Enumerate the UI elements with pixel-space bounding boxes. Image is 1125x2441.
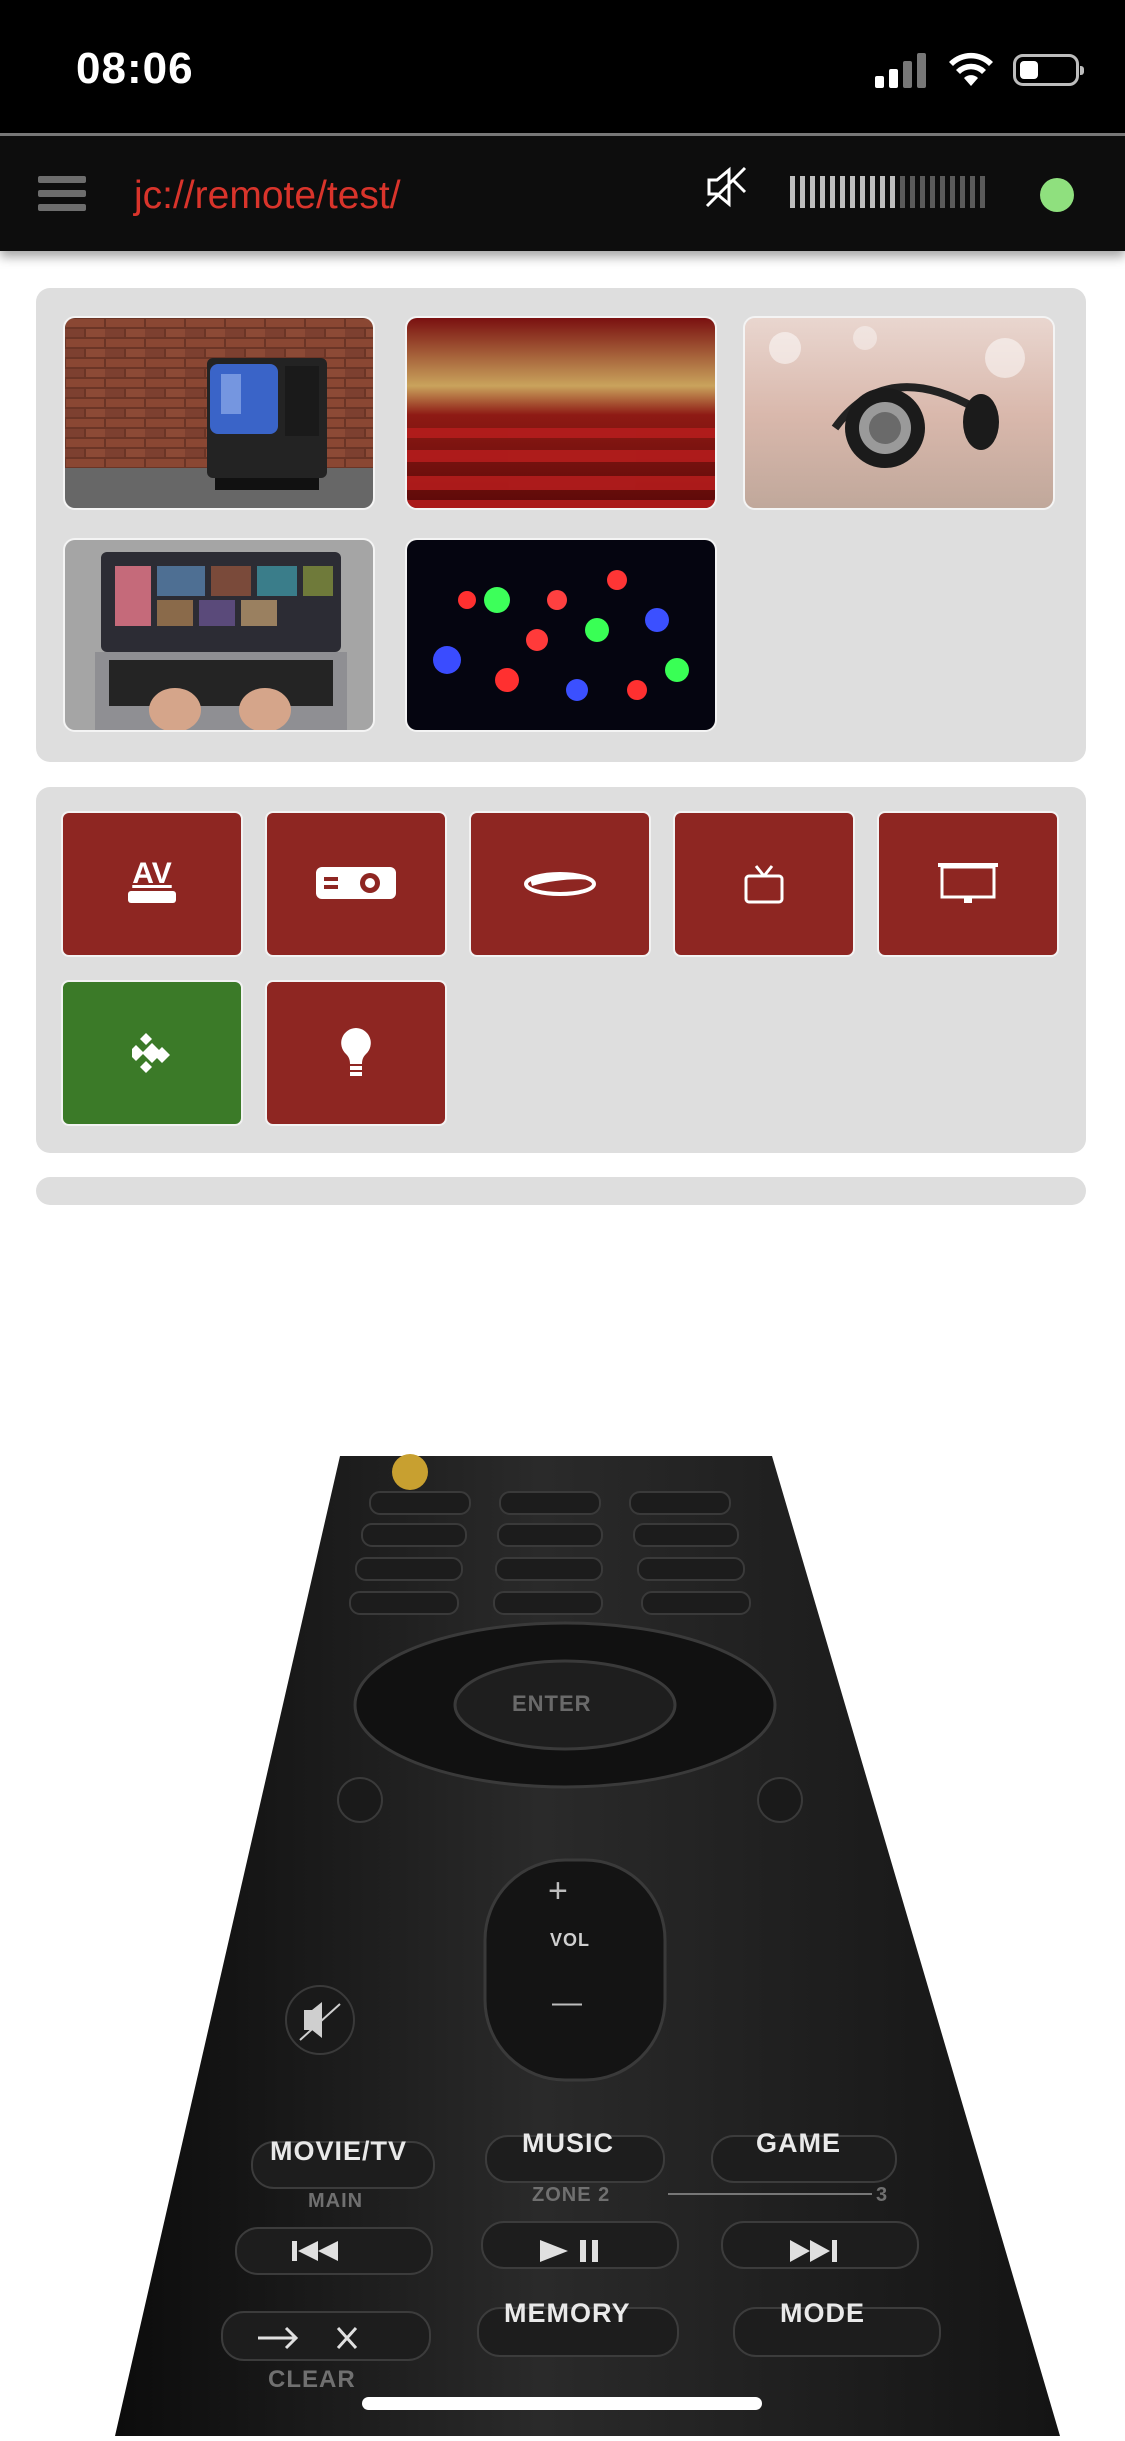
volume-bar [890,176,895,208]
app-header: jc://remote/test/ [0,133,1125,251]
device-button-tv[interactable] [673,811,855,957]
volume-bar [960,176,965,208]
volume-bar [940,176,945,208]
tv-icon [744,865,784,904]
remote-vol-plus: + [548,1872,569,1910]
volume-bar [980,176,985,208]
volume-bar [800,176,805,208]
remote-zone3-label: 3 [876,2184,889,2206]
remote-zone2-label: ZONE 2 [532,2184,611,2206]
remote-game-label: GAME [756,2128,841,2158]
remote-main-label: MAIN [308,2190,364,2212]
volume-bar [850,176,855,208]
scenes-panel [36,288,1086,762]
volume-bar [930,176,935,208]
volume-bar [830,176,835,208]
remote-memory-label: MEMORY [504,2298,631,2328]
volume-bar [810,176,815,208]
volume-level-icon[interactable] [790,176,990,208]
cellular-signal-icon [875,52,929,88]
scene-headphones-image[interactable] [743,316,1055,510]
volume-bar [950,176,955,208]
volume-bar [900,176,905,208]
bluray-icon [524,872,596,896]
lightbulb-icon [341,1028,371,1076]
device-button-screen[interactable] [877,811,1059,957]
volume-bar [970,176,975,208]
scene-tv-image[interactable] [63,316,375,510]
volume-bar [860,176,865,208]
wifi-icon [949,52,993,86]
device-button-av[interactable]: AV [61,811,243,957]
av-receiver-icon: AV [125,857,179,907]
remote-music-label: MUSIC [522,2128,614,2158]
device-button-projector[interactable] [265,811,447,957]
mute-icon[interactable] [703,162,749,212]
app-title: jc://remote/test/ [134,174,401,217]
device-button-bluray[interactable] [469,811,651,957]
av-label: AV [132,857,172,890]
volume-bar [910,176,915,208]
empty-panel [36,1177,1086,1205]
kodi-icon [132,1033,170,1073]
home-indicator[interactable] [362,2397,762,2410]
device-button-light[interactable] [265,980,447,1126]
device-button-kodi[interactable] [61,980,243,1126]
status-bar: 08:06 [0,0,1125,133]
remote-control-image: ENTER + VOL — MOVIE/TV MUSIC GAME MAIN Z… [0,1420,1125,2436]
battery-icon [1013,54,1084,86]
scene-led-lights-image[interactable] [405,538,717,732]
remote-enter-label: ENTER [512,1691,592,1716]
remote-vol-minus: — [552,1986,583,2019]
volume-bar [870,176,875,208]
volume-bar [790,176,795,208]
remote-movie-tv-label: MOVIE/TV [270,2136,408,2166]
connection-status-icon [1040,178,1074,212]
volume-bar [880,176,885,208]
scene-laptop-image[interactable] [63,538,375,732]
status-time: 08:06 [76,44,194,93]
remote-mode-label: MODE [780,2298,865,2328]
projection-screen-icon [938,863,998,903]
remote-clear-label: CLEAR [268,2366,356,2393]
hamburger-menu-icon[interactable] [38,176,86,212]
projector-icon [316,867,396,899]
volume-bar [820,176,825,208]
scene-cinema-image[interactable] [405,316,717,510]
status-icons [875,52,1085,92]
volume-bar [920,176,925,208]
volume-bar [840,176,845,208]
devices-panel: AV [36,787,1086,1153]
remote-vol-label: VOL [550,1930,591,1950]
